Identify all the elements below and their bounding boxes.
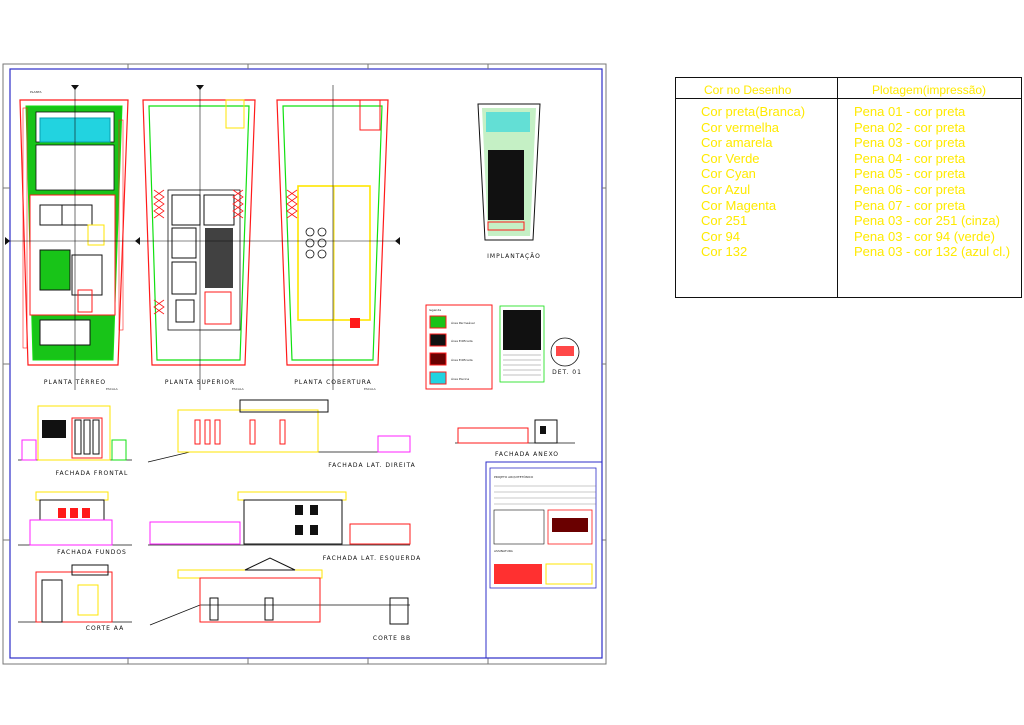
svg-text:ASSINATURA: ASSINATURA <box>494 549 514 553</box>
title-fachada-fundos: FACHADA FUNDOS <box>57 549 127 556</box>
planta-cobertura: PLANTA COBERTURA ESCALA <box>265 85 400 391</box>
cell-pena: Pena 07 - cor preta <box>854 197 966 213</box>
table-row: Cor Azul Pena 06 - cor preta <box>676 182 1021 198</box>
legend: legenda Área Permeável Área Edificada Ár… <box>425 304 493 390</box>
table-row: Cor Magenta Pena 07 - cor preta <box>676 198 1021 214</box>
title-corte-aa: CORTE AA <box>86 625 124 632</box>
planta-superior: PLANTA SUPERIOR ESCALA <box>135 85 265 391</box>
title-fachada-anexo: FACHADA ANEXO <box>495 451 559 458</box>
table-row: Cor amarela Pena 03 - cor preta <box>676 135 1021 151</box>
title-fachada-lat-direita: FACHADA LAT. DIREITA <box>328 462 416 469</box>
cell-pena: Pena 06 - cor preta <box>854 181 966 197</box>
cell-cor: Cor preta(Branca) <box>701 104 806 119</box>
corte-aa: CORTE AA <box>18 564 132 632</box>
fachada-lat-esquerda: FACHADA LAT. ESQUERDA <box>148 491 421 562</box>
det-01: DET. 01 <box>550 337 582 376</box>
legend-item-piscina: Área Piscina <box>451 376 469 381</box>
svg-text:ESCALA: ESCALA <box>364 387 377 391</box>
legend-item-edificada: Área Edificada <box>451 338 473 343</box>
cell-cor: Cor vermelha <box>701 119 780 135</box>
table-row: Cor 94 Pena 03 - cor 94 (verde) <box>676 229 1021 245</box>
cell-pena: Pena 03 - cor 132 (azul cl.) <box>854 244 1011 260</box>
title-planta-terreo: PLANTA TÉRREO <box>44 378 106 386</box>
table-row: Cor vermelha Pena 02 - cor preta <box>676 120 1021 136</box>
legend-title: legenda <box>429 308 441 312</box>
table-row: Cor Cyan Pena 05 - cor preta <box>676 166 1021 182</box>
fachada-frontal: FACHADA FRONTAL <box>18 405 132 477</box>
title-block-heading: PROJETO ARQUITETÔNICO <box>494 474 534 479</box>
cell-cor: Cor 251 <box>701 213 748 229</box>
svg-text:PLANTA: PLANTA <box>30 90 42 94</box>
cell-pena: Pena 04 - cor preta <box>854 150 966 166</box>
cell-cor: Cor amarela <box>701 135 773 151</box>
title-planta-superior: PLANTA SUPERIOR <box>165 379 235 386</box>
corte-bb: CORTE BB <box>149 557 411 642</box>
table-row: Cor preta(Branca) Pena 01 - cor preta <box>676 104 1021 120</box>
table-row: Cor 132 Pena 03 - cor 132 (azul cl.) <box>676 244 1021 260</box>
planta-terreo: PLANTA TÉRREO ESCALA PLANTA <box>5 85 140 391</box>
pen-table-header: Cor no Desenho Plotagem(impressão) <box>676 78 1021 99</box>
fachada-anexo: FACHADA ANEXO <box>455 419 575 458</box>
title-det-01: DET. 01 <box>552 369 582 376</box>
cell-pena: Pena 03 - cor 94 (verde) <box>854 228 995 244</box>
implantacao: IMPLANTAÇÃO <box>477 103 541 260</box>
cell-pena: Pena 02 - cor preta <box>854 119 966 135</box>
cell-pena: Pena 01 - cor preta <box>854 104 966 119</box>
cell-cor: Cor Verde <box>701 150 760 166</box>
fachada-fundos: FACHADA FUNDOS <box>18 491 132 556</box>
cell-cor: Cor 132 <box>701 244 748 260</box>
col-header-cor: Cor no Desenho <box>704 83 792 97</box>
cell-cor: Cor 94 <box>701 228 741 244</box>
cell-pena: Pena 05 - cor preta <box>854 166 966 182</box>
title-implantacao: IMPLANTAÇÃO <box>487 253 541 260</box>
title-block: PROJETO ARQUITETÔNICO ASSINATURA <box>485 461 603 659</box>
title-planta-cobertura: PLANTA COBERTURA <box>294 379 372 386</box>
legend-item-edificada-2: Área Edificada <box>451 357 473 362</box>
legend-item-permeavel: Área Permeável <box>451 320 475 325</box>
area-table <box>499 305 545 383</box>
table-row: Cor Verde Pena 04 - cor preta <box>676 151 1021 167</box>
cell-pena: Pena 03 - cor preta <box>854 135 966 151</box>
title-fachada-lat-esquerda: FACHADA LAT. ESQUERDA <box>323 555 421 562</box>
fachada-lat-direita: FACHADA LAT. DIREITA <box>147 399 416 469</box>
cell-cor: Cor Azul <box>701 181 751 197</box>
cell-pena: Pena 03 - cor 251 (cinza) <box>854 213 1000 229</box>
pen-mapping-table: Cor no Desenho Plotagem(impressão) Cor p… <box>675 77 1022 298</box>
svg-text:ESCALA: ESCALA <box>232 387 245 391</box>
svg-text:ESCALA: ESCALA <box>106 387 119 391</box>
cell-cor: Cor Cyan <box>701 166 756 182</box>
col-header-plotagem: Plotagem(impressão) <box>872 83 987 97</box>
title-fachada-frontal: FACHADA FRONTAL <box>56 470 129 477</box>
table-row: Cor 251 Pena 03 - cor 251 (cinza) <box>676 213 1021 229</box>
cell-cor: Cor Magenta <box>701 197 777 213</box>
title-corte-bb: CORTE BB <box>373 635 411 642</box>
